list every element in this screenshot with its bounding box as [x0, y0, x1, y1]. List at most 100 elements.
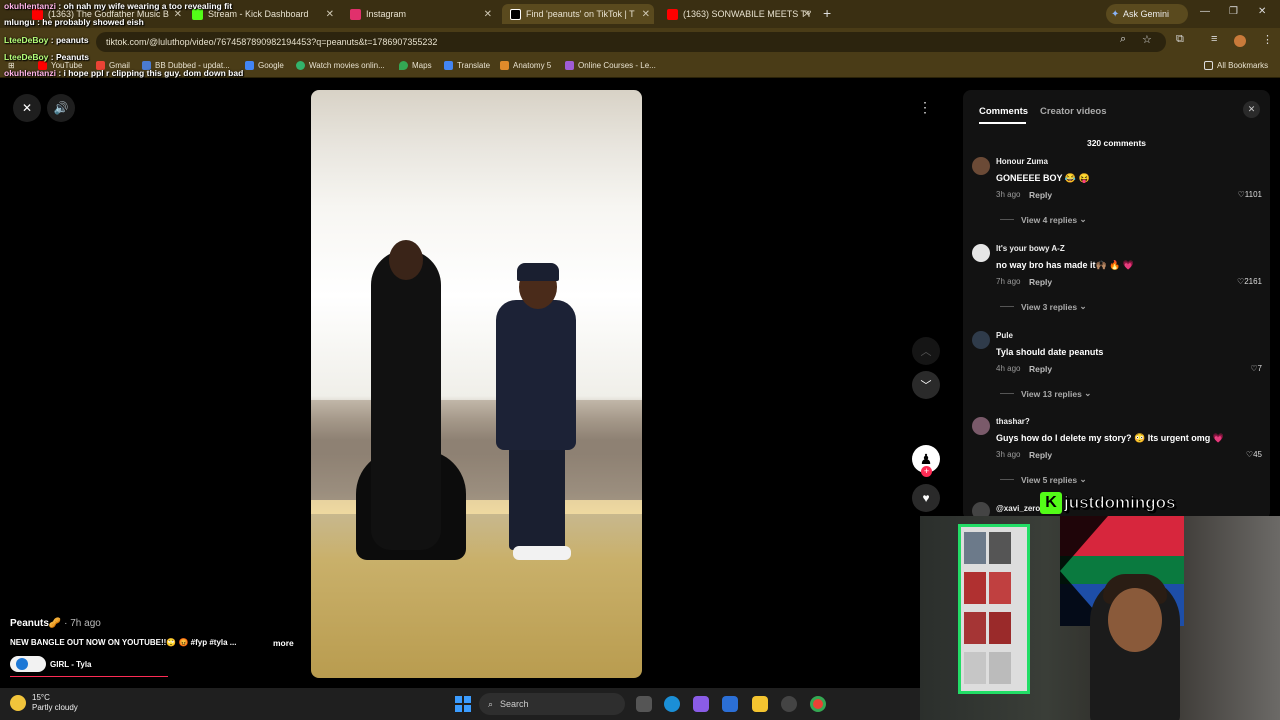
previous-video-button[interactable]: ︿: [912, 337, 940, 365]
bookmark-online-courses[interactable]: Online Courses - Le...: [565, 61, 656, 70]
view-replies-button[interactable]: View 5 replies ⌄: [1000, 474, 1087, 485]
commenter-name[interactable]: thashar?: [996, 417, 1030, 426]
obs-icon[interactable]: [781, 696, 797, 712]
bookmark-star-icon[interactable]: ☆: [1142, 33, 1152, 46]
woman-head: [389, 240, 423, 280]
taskbar-search-label: Search: [500, 699, 529, 709]
weather-condition: Partly cloudy: [32, 703, 78, 712]
tab-sonwabile-tyla[interactable]: (1363) SONWABILE MEETS TYL ✕: [667, 4, 811, 24]
music-title: GIRL - Tyla: [50, 659, 92, 669]
bookmark-maps[interactable]: Maps: [399, 61, 432, 70]
chat-text: : Peanuts: [48, 52, 90, 62]
comment-count: 320 comments: [1086, 138, 1147, 148]
close-tab-icon[interactable]: ✕: [326, 9, 334, 20]
more-options-icon[interactable]: ⋮: [918, 99, 932, 116]
close-video-button[interactable]: ✕: [13, 94, 41, 122]
commenter-avatar[interactable]: [972, 244, 990, 262]
bookmark-google[interactable]: Google: [245, 61, 284, 70]
store-icon[interactable]: [722, 696, 738, 712]
window-close-icon[interactable]: ✕: [1258, 6, 1266, 17]
close-panel-button[interactable]: ✕: [1243, 101, 1260, 118]
poster: [989, 572, 1011, 604]
reply-button[interactable]: Reply: [1029, 450, 1052, 460]
new-tab-button[interactable]: +: [823, 5, 831, 21]
weather-widget[interactable]: 15°C Partly cloudy: [10, 693, 78, 713]
commenter-avatar[interactable]: [972, 331, 990, 349]
all-bookmarks-button[interactable]: All Bookmarks: [1204, 61, 1268, 70]
chrome-icon[interactable]: [810, 696, 826, 712]
comment-like-button[interactable]: ♡45: [1246, 450, 1262, 459]
heart-icon: ♥: [922, 491, 930, 505]
commenter-avatar[interactable]: [972, 157, 990, 175]
bookmark-anatomy[interactable]: Anatomy 5: [500, 61, 551, 70]
tiktok-video[interactable]: [311, 90, 642, 678]
profile-avatar[interactable]: [1234, 35, 1246, 47]
view-replies-button[interactable]: View 4 replies ⌄: [1000, 214, 1087, 225]
tab-instagram[interactable]: Instagram ✕: [350, 4, 492, 24]
more-vert-icon[interactable]: ⋮: [1262, 33, 1273, 46]
tab-title: Instagram: [366, 9, 407, 19]
maximize-icon[interactable]: ❐: [1229, 6, 1238, 17]
reply-button[interactable]: Reply: [1029, 364, 1052, 374]
commenter-avatar[interactable]: [972, 417, 990, 435]
kick-channel-name: justdomingos: [1063, 493, 1176, 513]
commenter-name[interactable]: Honour Zuma: [996, 157, 1048, 166]
tab-creator-videos[interactable]: Creator videos: [1040, 106, 1107, 117]
minimize-icon[interactable]: —: [1200, 6, 1210, 17]
commenter-name[interactable]: Pule: [996, 331, 1013, 340]
url-text: tiktok.com/@luluthop/video/7674587890982…: [106, 37, 438, 47]
like-button[interactable]: ♥: [912, 484, 940, 512]
music-info[interactable]: GIRL - Tyla: [10, 656, 92, 672]
close-tab-icon[interactable]: ✕: [642, 9, 650, 20]
view-replies-button[interactable]: View 13 replies ⌄: [1000, 388, 1091, 399]
google-icon: [245, 61, 254, 70]
browser-toolbar: tiktok.com/@luluthop/video/7674587890982…: [0, 28, 1280, 56]
bookmark-translate[interactable]: Translate: [444, 61, 490, 70]
follow-plus-icon[interactable]: +: [921, 466, 932, 477]
close-icon: ✕: [21, 101, 33, 115]
tab-title: (1363) SONWABILE MEETS TYL: [683, 9, 811, 19]
chat-text: : peanuts: [48, 35, 89, 45]
chevron-down-icon: ⌄: [1079, 214, 1087, 224]
creator-avatar-icon: ♟: [919, 450, 933, 467]
menu-lines-icon[interactable]: ≡: [1211, 33, 1217, 45]
comment-like-button[interactable]: ♡2161: [1237, 277, 1262, 286]
comment-like-button[interactable]: ♡1101: [1238, 190, 1262, 199]
view-replies-button[interactable]: View 3 replies ⌄: [1000, 301, 1087, 312]
caption-more-button[interactable]: more: [273, 638, 294, 648]
video-author-line[interactable]: Peanuts🥜 · 7h ago: [10, 618, 310, 629]
commenter-name[interactable]: It's your bowy A-Z: [996, 244, 1065, 253]
commenter-name[interactable]: @xavi_zeroti: [996, 504, 1045, 513]
tab-tiktok[interactable]: Find 'peanuts' on TikTok | T ✕: [502, 4, 654, 24]
chat-username: okuhlentanzi: [4, 68, 56, 78]
video-progress-bar[interactable]: [10, 676, 168, 677]
tab-comments[interactable]: Comments: [979, 106, 1028, 117]
address-bar[interactable]: tiktok.com/@luluthop/video/7674587890982…: [96, 32, 1166, 52]
like-count: 7: [1257, 364, 1262, 373]
comment-text: Guys how do I delete my story? 😳 Its urg…: [996, 433, 1224, 443]
next-video-button[interactable]: ﹀: [912, 371, 940, 399]
close-tab-icon[interactable]: ✕: [803, 9, 811, 20]
task-view-icon[interactable]: [636, 696, 652, 712]
comment-time: 3h ago: [996, 450, 1021, 459]
heart-outline-icon: ♡: [1237, 190, 1245, 199]
ask-gemini-button[interactable]: ✦ Ask Gemini: [1106, 4, 1188, 24]
reply-button[interactable]: Reply: [1029, 190, 1052, 200]
comment-time: 7h ago: [996, 277, 1021, 286]
edge-icon[interactable]: [664, 696, 680, 712]
bookmark-watch-movies[interactable]: Watch movies onlin...: [296, 61, 385, 70]
zoom-icon[interactable]: ⌕: [1120, 33, 1126, 46]
windows-start-button[interactable]: [455, 696, 471, 712]
taskbar-search[interactable]: ⌕ Search: [479, 693, 625, 715]
file-explorer-icon[interactable]: [752, 696, 768, 712]
extensions-icon[interactable]: ⧉: [1176, 33, 1184, 46]
reply-button[interactable]: Reply: [1029, 277, 1052, 287]
instagram-icon: [350, 8, 361, 20]
close-tab-icon[interactable]: ✕: [484, 9, 492, 20]
volume-button[interactable]: 🔊: [47, 94, 75, 122]
copilot-icon[interactable]: [693, 696, 709, 712]
video-caption-text: NEW BANGLE OUT NOW ON YOUTUBE!!🙄 😡 #fyp …: [10, 638, 237, 647]
creator-avatar-button[interactable]: ♟ +: [912, 445, 940, 477]
comment-like-button[interactable]: ♡7: [1250, 364, 1262, 373]
bookmark-label: Anatomy 5: [513, 61, 552, 70]
